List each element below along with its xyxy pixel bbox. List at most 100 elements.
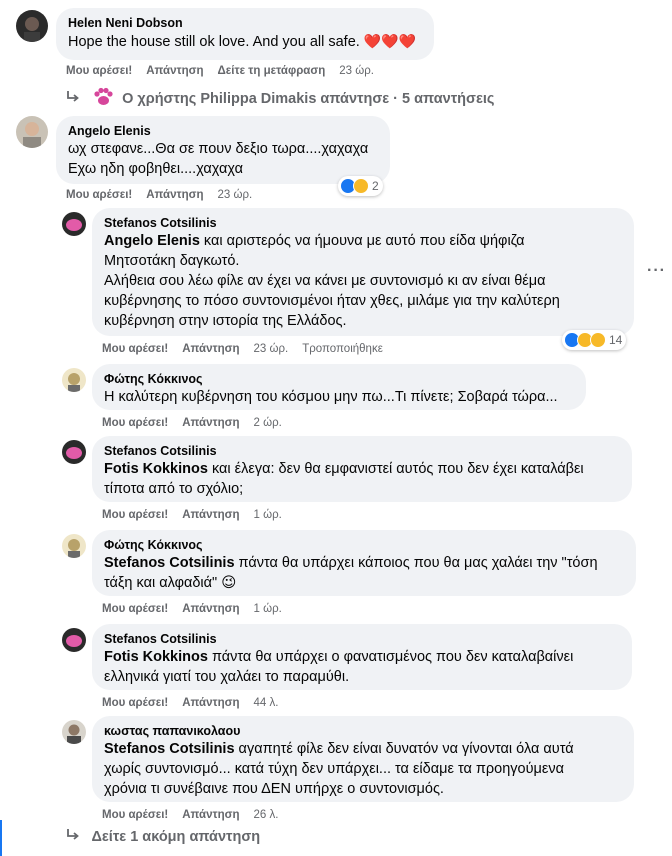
translate-button[interactable]: Δείτε τη μετάφραση: [218, 65, 326, 77]
reply-timestamp[interactable]: 26 λ.: [254, 809, 279, 821]
reply-timestamp[interactable]: 44 λ.: [254, 697, 279, 709]
reply-text: Η καλύτερη κυβέρνηση του κόσμου μην πω..…: [104, 389, 558, 405]
reply-text: Fotis Kokkinos και έλεγα: δεν θα εμφανισ…: [104, 459, 620, 479]
reply-text: Angelo Elenis και αριστερός να ήμουνα με…: [104, 231, 622, 251]
reply-arrow-icon: [67, 91, 79, 102]
reply-text: Fotis Kokkinos πάντα θα υπάρχει ο φανατι…: [104, 647, 620, 667]
reactions-summary[interactable]: 2: [338, 176, 383, 196]
reply-button[interactable]: Απάντηση: [182, 417, 239, 429]
more-options-icon[interactable]: ···: [647, 262, 666, 280]
wink-emoji-icon: 😉: [221, 575, 237, 591]
mention-link[interactable]: Fotis Kokkinos: [104, 649, 208, 665]
reply-text-line: ελληνικά γιατί του χαλάει το παραμύθι.: [104, 669, 350, 685]
avatar[interactable]: [16, 116, 48, 148]
like-button[interactable]: Μου αρέσει!: [102, 697, 168, 709]
reply-text-part: τάξη και αλφαδιά": [104, 575, 218, 591]
like-button[interactable]: Μου αρέσει!: [66, 65, 132, 77]
reply-actions: Μου αρέσει! Απάντηση 26 λ.: [102, 808, 292, 822]
reply-bubble: Stefanos Cotsilinis Angelo Elenis και αρ…: [92, 208, 634, 336]
reply-text-line: κυβέρνησης το πόσο συντονισμένοι ήταν χθ…: [104, 293, 560, 309]
reply-text-line: τάξη και αλφαδιά" 😉: [104, 573, 624, 593]
avatar[interactable]: [62, 440, 86, 464]
reactions-summary[interactable]: 14: [562, 330, 627, 350]
wow-reaction-icon: [590, 332, 606, 348]
comment-timestamp[interactable]: 23 ώρ.: [218, 189, 253, 201]
avatar[interactable]: [62, 368, 86, 392]
reply-text-part: πάντα θα υπάρχει κάποιος που θα μας χαλά…: [234, 555, 598, 571]
reply-timestamp[interactable]: 1 ώρ.: [254, 509, 282, 521]
view-more-replies-link[interactable]: Δείτε 1 ακόμη απάντηση: [66, 828, 260, 846]
comment-text-line: ωχ στεφανε...Θα σε πουν δεξιο τωρα....χα…: [68, 141, 369, 157]
comment-bubble: Helen Neni Dobson Hope the house still o…: [56, 8, 434, 60]
paw-avatar-icon: [94, 87, 113, 105]
reply-arrow-icon: [67, 829, 79, 840]
reply-text-line: τίποτα από το σχόλιο;: [104, 481, 244, 497]
reply-text-line: κυβέρνηση στην ιστορία της Ελλάδος.: [104, 313, 347, 329]
reply-actions: Μου αρέσει! Απάντηση 2 ώρ.: [102, 416, 296, 430]
reply-bubble: Φώτης Κόκκινος Η καλύτερη κυβέρνηση του …: [92, 364, 586, 410]
reply-text-part: αγαπητέ φίλε δεν είναι δυνατόν να γίνοντ…: [234, 741, 574, 757]
reply-text: Stefanos Cotsilinis αγαπητέ φίλε δεν είν…: [104, 739, 622, 759]
reply-button[interactable]: Απάντηση: [182, 509, 239, 521]
reply-text-part: πάντα θα υπάρχει ο φανατισμένος που δεν …: [207, 649, 574, 665]
reply-actions: Μου αρέσει! Απάντηση 44 λ.: [102, 696, 292, 710]
comment-text-body: Hope the house still ok love. And you al…: [68, 34, 360, 50]
reply-button[interactable]: Απάντηση: [182, 343, 239, 355]
reply-author[interactable]: Φώτης Κόκκινος: [104, 537, 624, 553]
reply-button[interactable]: Απάντηση: [146, 189, 203, 201]
reply-timestamp[interactable]: 2 ώρ.: [254, 417, 282, 429]
reply-bubble: Stefanos Cotsilinis Fotis Kokkinos πάντα…: [92, 624, 632, 690]
comment-actions: Μου αρέσει! Απάντηση 23 ώρ.: [66, 188, 266, 202]
reply-timestamp[interactable]: 23 ώρ.: [254, 343, 289, 355]
replies-summary-text: Ο χρήστης Philippa Dimakis απάντησε · 5 …: [122, 91, 495, 107]
reply-text-line: χωρίς συντονισμό... κατά τύχη δεν υπάρχε…: [104, 761, 564, 777]
comment-timestamp[interactable]: 23 ώρ.: [339, 65, 374, 77]
edited-label[interactable]: Τροποποιήθηκε: [302, 343, 383, 355]
reply-text-part: και αριστερός να ήμουνα με αυτό που είδα…: [199, 233, 525, 249]
reply-button[interactable]: Απάντηση: [146, 65, 203, 77]
heart-emoji-icon: ❤️❤️❤️: [363, 33, 417, 49]
avatar[interactable]: [62, 534, 86, 558]
reply-timestamp[interactable]: 1 ώρ.: [254, 603, 282, 615]
reply-author[interactable]: Φώτης Κόκκινος: [104, 371, 574, 387]
reply-bubble: Stefanos Cotsilinis Fotis Kokkinos και έ…: [92, 436, 632, 502]
reply-actions: Μου αρέσει! Απάντηση 1 ώρ.: [102, 508, 296, 522]
reply-author[interactable]: Stefanos Cotsilinis: [104, 443, 620, 459]
like-button[interactable]: Μου αρέσει!: [102, 343, 168, 355]
comment-actions: Μου αρέσει! Απάντηση Δείτε τη μετάφραση 23 …: [66, 64, 388, 78]
avatar[interactable]: [62, 212, 86, 236]
scroll-indicator: [0, 820, 2, 856]
comment-text-line: Εχω ηδη φοβηθει....χαχαχα: [68, 161, 244, 177]
like-button[interactable]: Μου αρέσει!: [66, 189, 132, 201]
reaction-count: 14: [609, 333, 623, 347]
comment-author[interactable]: Helen Neni Dobson: [68, 15, 422, 31]
reply-author[interactable]: Stefanos Cotsilinis: [104, 215, 622, 231]
reply-bubble: κωστας παπανικολαου Stefanos Cotsilinis …: [92, 716, 634, 802]
haha-reaction-icon: [353, 178, 369, 194]
comment-text: Hope the house still ok love. And you al…: [68, 31, 422, 52]
like-button[interactable]: Μου αρέσει!: [102, 603, 168, 615]
reply-button[interactable]: Απάντηση: [182, 603, 239, 615]
reply-text-line: Μητσοτάκη δαγκωτό.: [104, 253, 240, 269]
mention-link[interactable]: Fotis Kokkinos: [104, 461, 208, 477]
reply-actions: Μου αρέσει! Απάντηση 23 ώρ. Τροποποιήθηκε: [102, 342, 397, 356]
reply-text-line: Αλήθεια σου λέω φίλε αν έχει να κάνει με…: [104, 273, 546, 289]
avatar[interactable]: [62, 628, 86, 652]
reaction-count: 2: [372, 179, 379, 193]
reply-actions: Μου αρέσει! Απάντηση 1 ώρ.: [102, 602, 296, 616]
mention-link[interactable]: Stefanos Cotsilinis: [104, 555, 235, 571]
reply-author[interactable]: κωστας παπανικολαου: [104, 723, 622, 739]
reply-button[interactable]: Απάντηση: [182, 697, 239, 709]
avatar[interactable]: [62, 720, 86, 744]
comment-bubble: Angelo Elenis ωχ στεφανε...Θα σε πουν δε…: [56, 116, 390, 184]
reply-button[interactable]: Απάντηση: [182, 809, 239, 821]
mention-link[interactable]: Angelo Elenis: [104, 233, 200, 249]
avatar[interactable]: [16, 10, 48, 42]
reply-author[interactable]: Stefanos Cotsilinis: [104, 631, 620, 647]
comment-author[interactable]: Angelo Elenis: [68, 123, 378, 139]
like-button[interactable]: Μου αρέσει!: [102, 509, 168, 521]
replies-summary-link[interactable]: Ο χρήστης Philippa Dimakis απάντησε · 5 …: [66, 86, 494, 108]
like-button[interactable]: Μου αρέσει!: [102, 417, 168, 429]
like-button[interactable]: Μου αρέσει!: [102, 809, 168, 821]
mention-link[interactable]: Stefanos Cotsilinis: [104, 741, 235, 757]
